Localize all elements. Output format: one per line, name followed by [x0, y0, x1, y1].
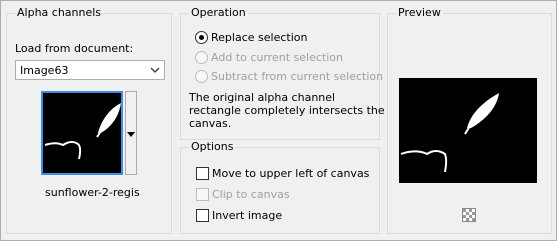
alpha-channels-group: Alpha channels Load from document: Image… — [6, 6, 172, 234]
channel-thumbnail-wrap — [41, 91, 137, 176]
add-selection-label[interactable]: Add to current selection — [211, 51, 343, 64]
clip-to-canvas-checkbox[interactable] — [196, 188, 209, 201]
alpha-channels-title: Alpha channels — [15, 6, 104, 19]
replace-selection-label[interactable]: Replace selection — [211, 31, 307, 44]
replace-selection-radio[interactable] — [195, 31, 208, 44]
subtract-selection-label[interactable]: Subtract from current selection — [211, 70, 383, 83]
operation-message-line-3: canvas. — [189, 117, 232, 130]
add-selection-radio[interactable] — [195, 51, 208, 64]
clip-to-canvas-label[interactable]: Clip to canvas — [212, 188, 290, 201]
chevron-down-icon — [150, 67, 160, 73]
move-upper-left-checkbox[interactable] — [196, 167, 209, 180]
document-combo[interactable]: Image63 — [15, 60, 165, 80]
options-title: Options — [189, 140, 236, 153]
invert-image-checkbox[interactable] — [196, 209, 209, 222]
preview-leaf-shape-icon — [400, 93, 499, 173]
preview-image — [399, 78, 537, 183]
thumbnail-menu-button[interactable] — [125, 91, 137, 175]
load-label-text: Load from document: — [15, 42, 134, 55]
document-combo-value: Image63 — [20, 64, 69, 77]
operation-title: Operation — [189, 6, 248, 19]
operation-message-line-1: The original alpha channel — [189, 91, 336, 104]
dropdown-triangle-icon — [127, 132, 135, 137]
checkerboard-icon — [462, 208, 476, 222]
invert-image-label[interactable]: Invert image — [212, 209, 282, 222]
operation-message-line-2: rectangle completely intersects the — [189, 104, 385, 117]
preview-title: Preview — [396, 6, 443, 19]
operation-group: Operation Replace selection Add to curre… — [180, 6, 385, 140]
channel-thumbnail[interactable] — [41, 91, 123, 175]
options-group: Options Move to upper left of canvas Cli… — [180, 140, 380, 234]
move-upper-left-label[interactable]: Move to upper left of canvas — [212, 167, 369, 180]
subtract-selection-radio[interactable] — [195, 70, 208, 83]
load-from-document-label: Load from document: — [15, 42, 133, 55]
leaf-shape-icon — [44, 103, 121, 160]
preview-group: Preview — [387, 6, 552, 234]
channel-name: sunflower-2-regis — [45, 186, 140, 199]
